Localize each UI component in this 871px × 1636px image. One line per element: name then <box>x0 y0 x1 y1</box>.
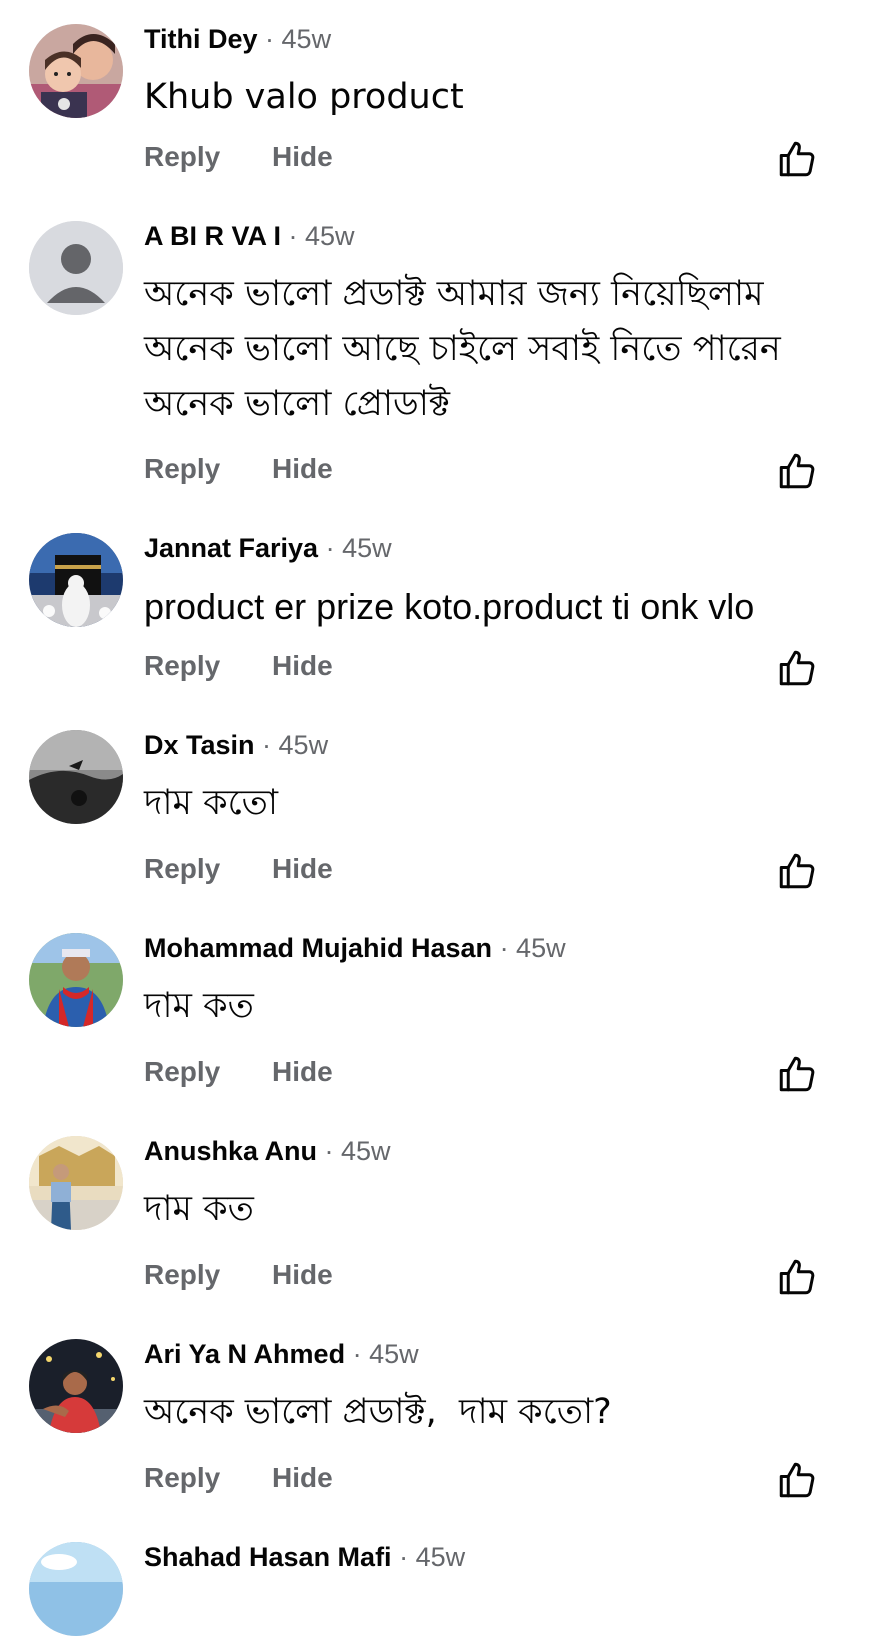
commenter-name[interactable]: Jannat Fariya <box>144 533 318 563</box>
comment-text: Khub valo product <box>144 77 464 117</box>
comment-actions: Reply Hide <box>144 649 333 683</box>
comment-time[interactable]: · 45w <box>399 1542 465 1572</box>
comment-time[interactable]: · 45w <box>289 221 355 251</box>
comment-meta: A BI R VA I · 45w <box>144 219 355 253</box>
comment-actions: Reply Hide <box>144 852 333 886</box>
comment-meta: Anushka Anu · 45w <box>144 1134 391 1168</box>
avatar[interactable] <box>29 533 123 627</box>
comment-time[interactable]: · 45w <box>326 533 392 563</box>
comment-meta: Tithi Dey · 45w <box>144 22 331 56</box>
reply-button[interactable]: Reply <box>144 452 272 486</box>
comment-text: দাম কত <box>144 1189 254 1229</box>
like-icon[interactable] <box>776 1256 818 1298</box>
comment-time[interactable]: · 45w <box>325 1136 391 1166</box>
hide-button[interactable]: Hide <box>272 852 333 886</box>
avatar[interactable] <box>29 730 123 824</box>
comment-actions: Reply Hide <box>144 452 333 486</box>
reply-button[interactable]: Reply <box>144 1258 272 1292</box>
comment-time[interactable]: · 45w <box>262 730 328 760</box>
commenter-name[interactable]: Tithi Dey <box>144 24 258 54</box>
comment-actions: Reply Hide <box>144 140 333 174</box>
comment-time[interactable]: · 45w <box>265 24 331 54</box>
commenter-name[interactable]: Ari Ya N Ahmed <box>144 1339 345 1369</box>
comment-text: product er prize koto.product ti onk vlo <box>144 586 755 627</box>
comment-time[interactable]: · 45w <box>353 1339 419 1369</box>
commenter-name[interactable]: Anushka Anu <box>144 1136 317 1166</box>
like-icon[interactable] <box>776 450 818 492</box>
hide-button[interactable]: Hide <box>272 452 333 486</box>
reply-button[interactable]: Reply <box>144 1055 272 1089</box>
reply-button[interactable]: Reply <box>144 852 272 886</box>
comment-meta: Shahad Hasan Mafi · 45w <box>144 1540 465 1574</box>
comment-meta: Jannat Fariya · 45w <box>144 531 392 565</box>
avatar[interactable] <box>29 24 123 118</box>
hide-button[interactable]: Hide <box>272 649 333 683</box>
comment-actions: Reply Hide <box>144 1055 333 1089</box>
like-icon[interactable] <box>776 1459 818 1501</box>
commenter-name[interactable]: A BI R VA I <box>144 221 281 251</box>
reply-button[interactable]: Reply <box>144 1461 272 1495</box>
commenter-name[interactable]: Mohammad Mujahid Hasan <box>144 933 492 963</box>
avatar[interactable] <box>29 1339 123 1433</box>
hide-button[interactable]: Hide <box>272 1461 333 1495</box>
comment-text: অনেক ভালো প্রডাক্ট আমার জন্য নিয়েছিলাম … <box>144 274 781 424</box>
comment-text: দাম কত <box>144 986 254 1026</box>
like-icon[interactable] <box>776 1053 818 1095</box>
hide-button[interactable]: Hide <box>272 1055 333 1089</box>
avatar[interactable] <box>29 933 123 1027</box>
reply-button[interactable]: Reply <box>144 649 272 683</box>
like-icon[interactable] <box>776 850 818 892</box>
reply-button[interactable]: Reply <box>144 140 272 174</box>
commenter-name[interactable]: Dx Tasin <box>144 730 255 760</box>
avatar[interactable] <box>29 1136 123 1230</box>
avatar[interactable] <box>29 221 123 315</box>
hide-button[interactable]: Hide <box>272 1258 333 1292</box>
like-icon[interactable] <box>776 138 818 180</box>
commenter-name[interactable]: Shahad Hasan Mafi <box>144 1542 392 1572</box>
comment-actions: Reply Hide <box>144 1258 333 1292</box>
avatar[interactable] <box>29 1542 123 1636</box>
comment-time[interactable]: · 45w <box>500 933 566 963</box>
hide-button[interactable]: Hide <box>272 140 333 174</box>
comment-meta: Mohammad Mujahid Hasan · 45w <box>144 931 566 965</box>
like-icon[interactable] <box>776 647 818 689</box>
comment-meta: Dx Tasin · 45w <box>144 728 328 762</box>
comment-text: অনেক ভালো প্রডাক্ট, দাম কতো? <box>144 1392 612 1432</box>
comment-meta: Ari Ya N Ahmed · 45w <box>144 1337 419 1371</box>
comment-text: দাম কতো <box>144 783 279 823</box>
comment-actions: Reply Hide <box>144 1461 333 1495</box>
